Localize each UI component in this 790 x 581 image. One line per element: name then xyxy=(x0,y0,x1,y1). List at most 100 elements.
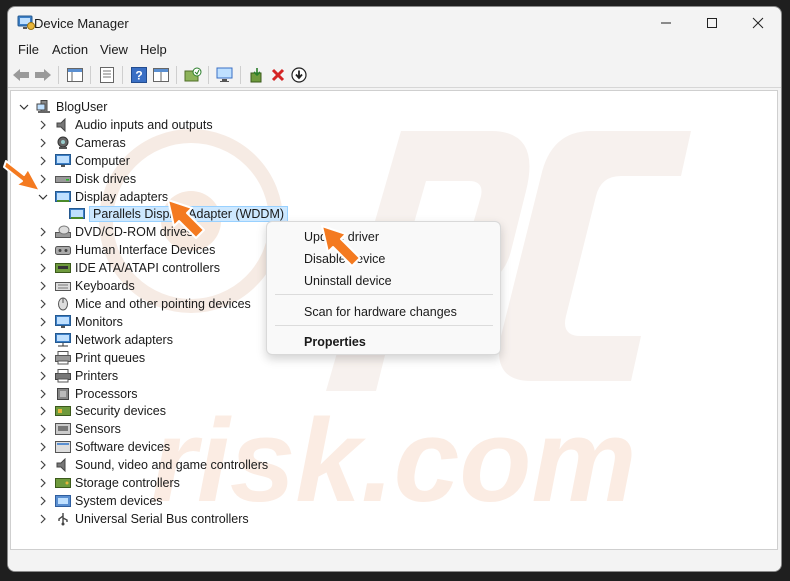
expand-chevron-icon[interactable] xyxy=(37,459,49,471)
menu-view[interactable]: View xyxy=(100,42,128,57)
expand-chevron-icon[interactable] xyxy=(37,316,49,328)
expand-chevron-icon[interactable] xyxy=(37,173,49,185)
properties-menu-item[interactable]: Properties xyxy=(304,335,366,349)
tree-category-label: Sound, video and game controllers xyxy=(75,458,269,472)
speaker-icon xyxy=(55,458,71,472)
tree-category-node[interactable]: Audio inputs and outputs xyxy=(37,116,213,134)
selected-device-node[interactable]: Parallels Display Adapter (WDDM) xyxy=(69,205,289,223)
tree-category-node[interactable]: Printers xyxy=(37,367,118,385)
scan-monitor-icon xyxy=(216,67,233,82)
window-title: Device Manager xyxy=(34,16,129,31)
update-driver-toolbar-button[interactable] xyxy=(183,65,203,85)
disable-toolbar-button[interactable] xyxy=(289,65,309,85)
tree-category-node[interactable]: Cameras xyxy=(37,134,126,152)
expand-chevron-icon[interactable] xyxy=(37,495,49,507)
expand-chevron-icon[interactable] xyxy=(37,388,49,400)
tree-category-node[interactable]: Keyboards xyxy=(37,277,135,295)
tree-category-label: Disk drives xyxy=(75,172,137,186)
tree-category-label: Universal Serial Bus controllers xyxy=(75,512,249,526)
show-hidden-view-button[interactable] xyxy=(151,65,171,85)
toolbar: ? xyxy=(8,62,781,88)
collapse-chevron-icon[interactable] xyxy=(18,101,30,113)
expand-chevron-icon[interactable] xyxy=(37,334,49,346)
expand-chevron-icon[interactable] xyxy=(37,226,49,238)
menu-action[interactable]: Action xyxy=(52,42,88,57)
collapse-chevron-icon[interactable] xyxy=(37,191,49,203)
tree-category-node[interactable]: Human Interface Devices xyxy=(37,241,215,259)
expand-chevron-icon[interactable] xyxy=(37,513,49,525)
update-driver-menu-item[interactable]: Update driver xyxy=(304,230,379,244)
expand-chevron-icon[interactable] xyxy=(37,423,49,435)
back-button[interactable] xyxy=(11,65,31,85)
tree-category-node[interactable]: Processors xyxy=(37,385,138,403)
expand-chevron-icon[interactable] xyxy=(37,119,49,131)
tree-category-node[interactable]: IDE ATA/ATAPI controllers xyxy=(37,259,220,277)
menu-help[interactable]: Help xyxy=(140,42,167,57)
expand-chevron-icon[interactable] xyxy=(37,262,49,274)
disable-device-menu-item[interactable]: Disable device xyxy=(304,252,385,266)
expand-chevron-icon[interactable] xyxy=(37,405,49,417)
tree-category-node[interactable]: Computer xyxy=(37,152,130,170)
tree-category-node[interactable]: Disk drives xyxy=(37,170,136,188)
tree-category-node[interactable]: Storage controllers xyxy=(37,474,180,492)
console-tree-icon xyxy=(67,68,83,82)
tree-category-node[interactable]: DVD/CD-ROM drives xyxy=(37,223,193,241)
tree-category-node[interactable]: Sensors xyxy=(37,420,121,438)
show-hide-console-tree-button[interactable] xyxy=(65,65,85,85)
speaker-icon xyxy=(55,118,71,132)
tree-category-label: Keyboards xyxy=(75,279,135,293)
expand-chevron-icon[interactable] xyxy=(37,155,49,167)
title-bar: Device Manager xyxy=(8,7,781,39)
display-adapter-icon xyxy=(69,207,85,221)
tree-root-label: BlogUser xyxy=(56,100,108,114)
expand-chevron-icon[interactable] xyxy=(37,280,49,292)
minimize-icon xyxy=(661,22,671,24)
tree-category-label: Security devices xyxy=(75,404,167,418)
tree-category-node[interactable]: System devices xyxy=(37,492,163,510)
monitor-icon xyxy=(55,315,71,329)
close-icon xyxy=(752,17,764,29)
tree-category-label: Display adapters xyxy=(75,190,169,204)
status-bar xyxy=(8,552,781,571)
expand-chevron-icon[interactable] xyxy=(37,352,49,364)
tree-category-node[interactable]: Mice and other pointing devices xyxy=(37,295,251,313)
uninstall-device-menu-item[interactable]: Uninstall device xyxy=(304,274,392,288)
scan-hardware-menu-item[interactable]: Scan for hardware changes xyxy=(304,305,457,319)
tree-category-label: Print queues xyxy=(75,351,146,365)
tree-category-node[interactable]: Security devices xyxy=(37,402,166,420)
tree-category-node[interactable]: Universal Serial Bus controllers xyxy=(37,510,249,528)
close-button[interactable] xyxy=(735,7,781,39)
scan-hardware-toolbar-button[interactable] xyxy=(215,65,235,85)
tree-category-node[interactable]: Monitors xyxy=(37,313,123,331)
tree-category-label: DVD/CD-ROM drives xyxy=(75,225,194,239)
red-x-icon xyxy=(271,68,285,82)
minimize-button[interactable] xyxy=(643,7,689,39)
expand-chevron-icon[interactable] xyxy=(37,244,49,256)
network-adapter-icon xyxy=(55,333,71,347)
tree-category-node[interactable]: Display adapters xyxy=(37,188,168,206)
tree-category-node[interactable]: Sound, video and game controllers xyxy=(37,456,268,474)
expand-chevron-icon[interactable] xyxy=(37,298,49,310)
expand-chevron-icon[interactable] xyxy=(37,137,49,149)
tree-category-node[interactable]: Network adapters xyxy=(37,331,173,349)
tree-category-node[interactable]: Software devices xyxy=(37,438,170,456)
tree-root-node[interactable]: BlogUser xyxy=(18,98,107,116)
tree-category-label: Storage controllers xyxy=(75,476,180,490)
tree-category-label: Monitors xyxy=(75,315,123,329)
device-manager-app-icon xyxy=(17,15,35,31)
display-adapter-icon xyxy=(55,190,71,204)
help-toolbar-button[interactable]: ? xyxy=(129,65,149,85)
expand-chevron-icon[interactable] xyxy=(37,441,49,453)
selected-device-label: Parallels Display Adapter (WDDM) xyxy=(89,206,289,222)
expand-chevron-icon[interactable] xyxy=(37,477,49,489)
properties-toolbar-button[interactable] xyxy=(97,65,117,85)
tree-category-node[interactable]: Print queues xyxy=(37,349,145,367)
maximize-button[interactable] xyxy=(689,7,735,39)
add-driver-toolbar-button[interactable] xyxy=(247,65,267,85)
menu-file[interactable]: File xyxy=(18,42,39,57)
forward-button[interactable] xyxy=(33,65,53,85)
expand-chevron-icon[interactable] xyxy=(37,370,49,382)
properties-sheet-icon xyxy=(100,67,114,83)
device-manager-window: Device Manager File Action View Help ? r… xyxy=(7,6,782,572)
uninstall-toolbar-button[interactable] xyxy=(268,65,288,85)
